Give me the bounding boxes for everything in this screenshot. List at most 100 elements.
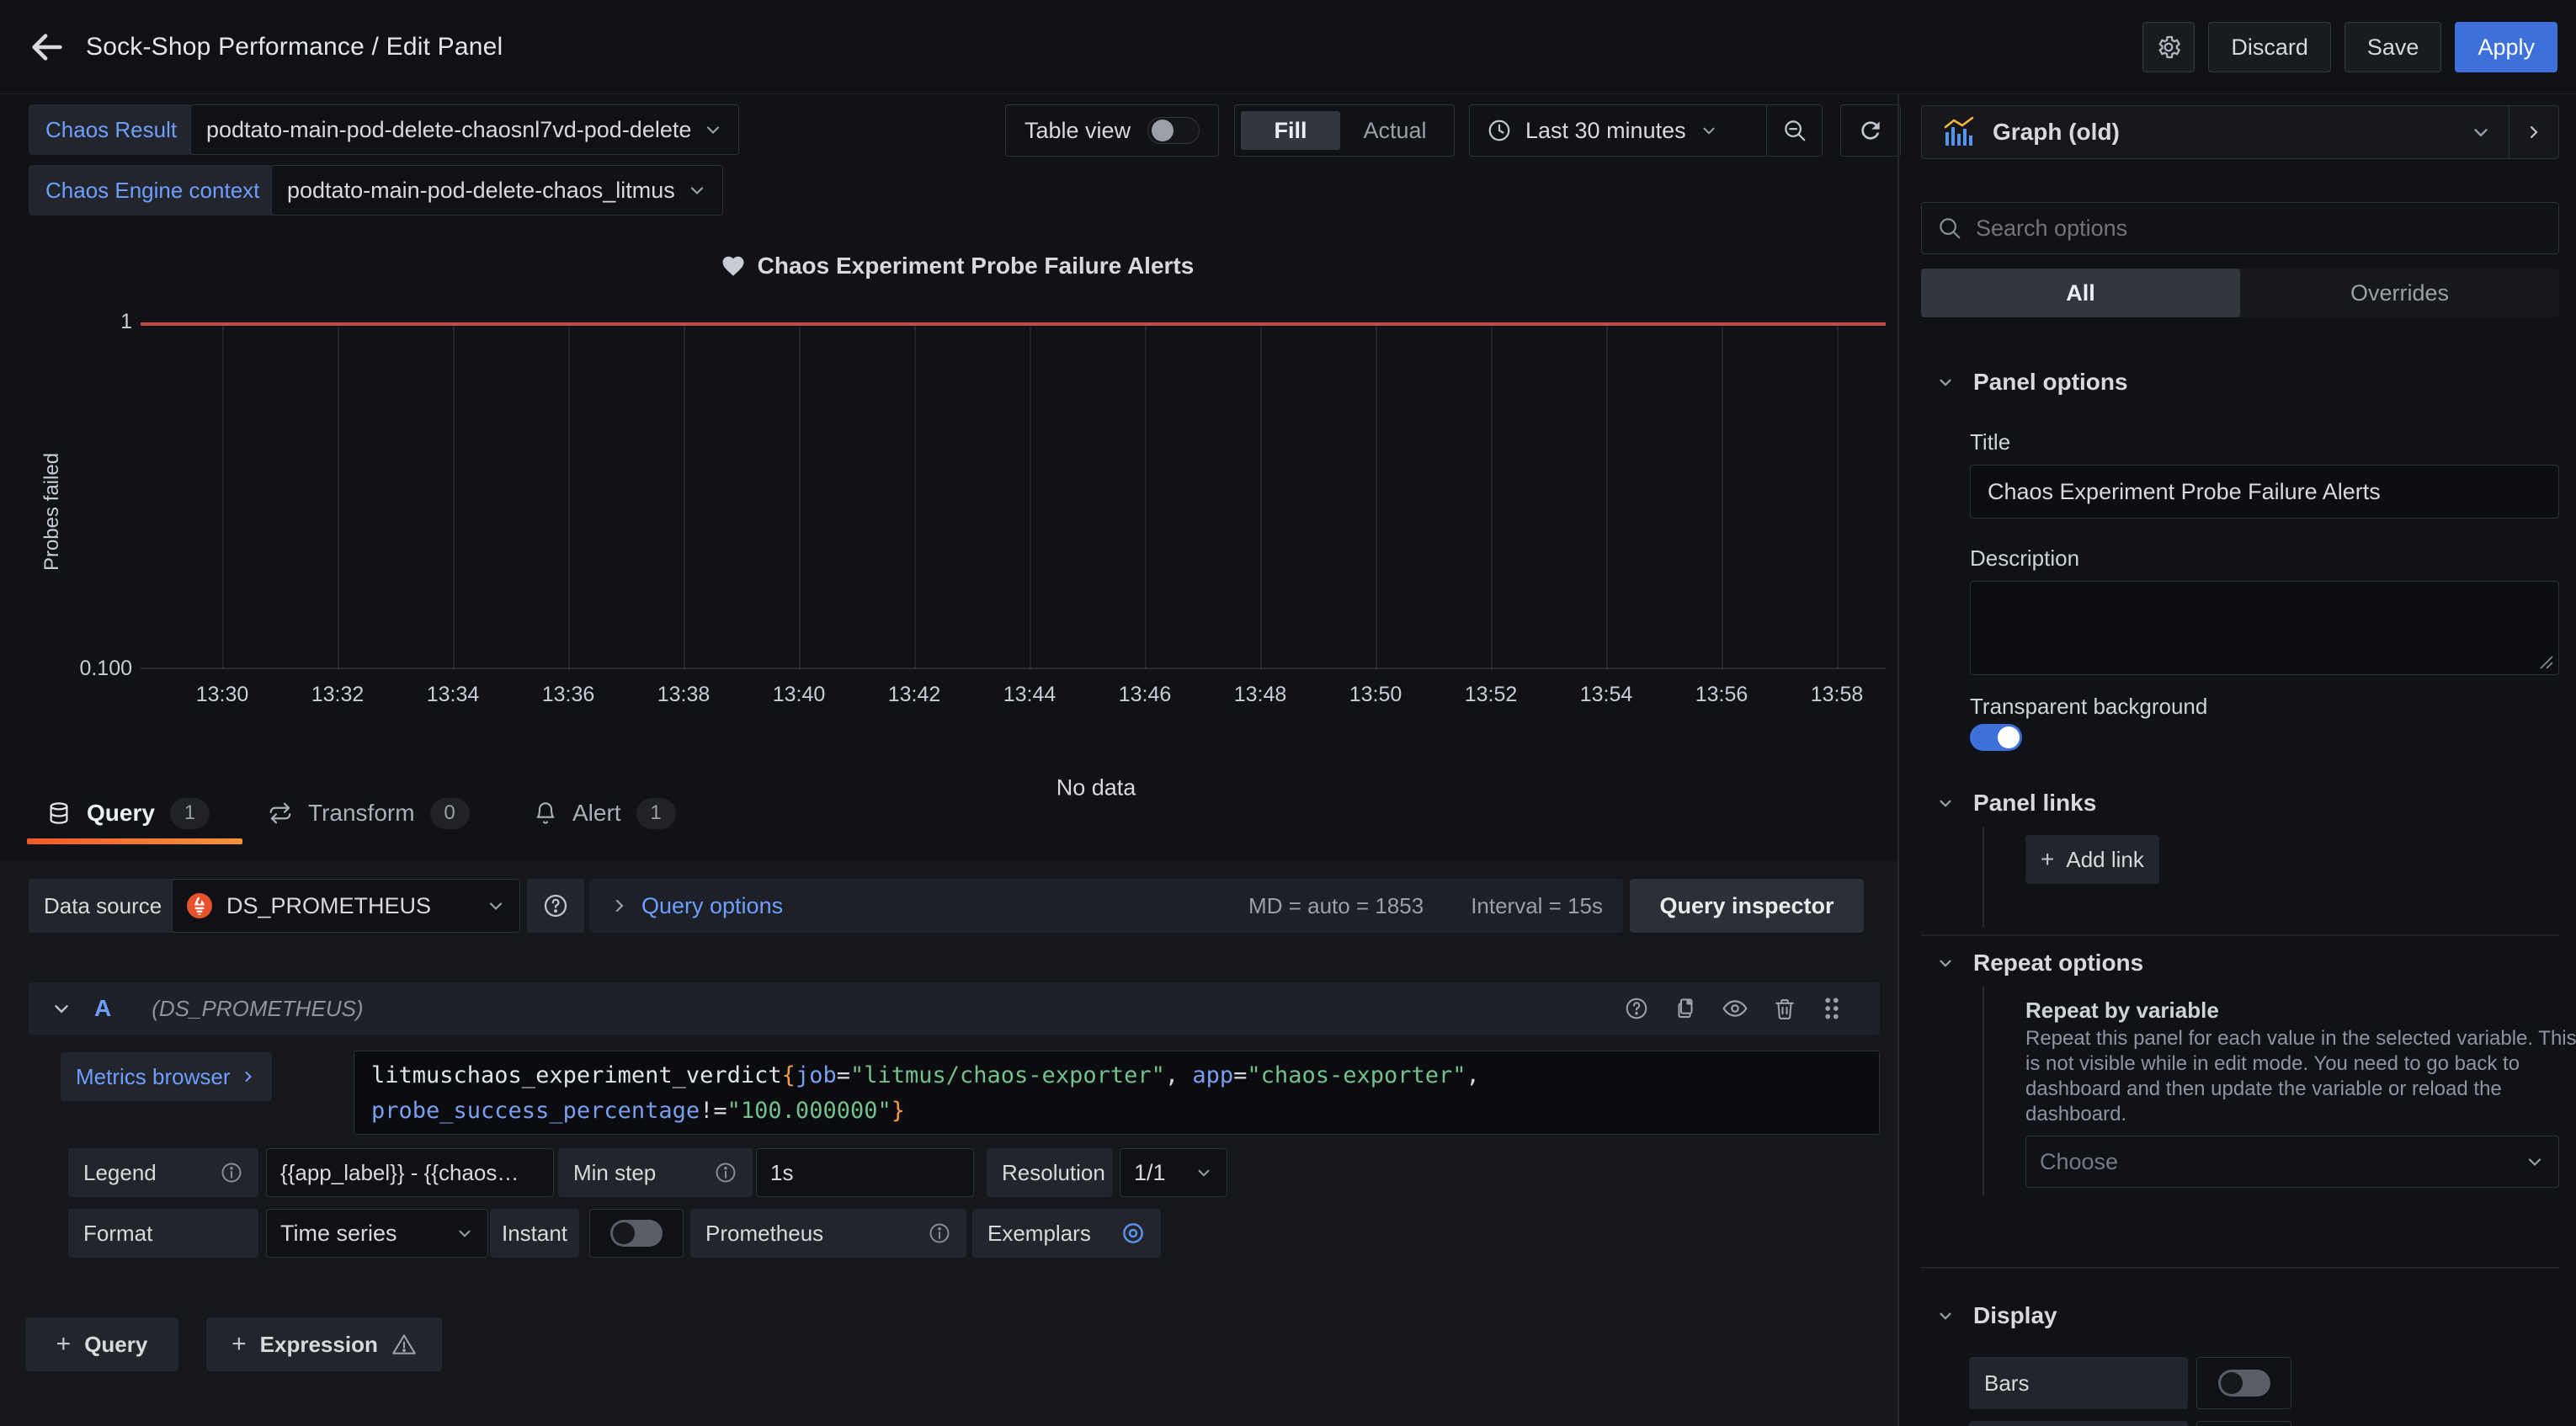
refresh-button[interactable]	[1840, 104, 1901, 157]
help-circle-icon[interactable]	[1624, 996, 1649, 1021]
query-options-toggle[interactable]: Query options	[609, 893, 783, 919]
bars-toggle[interactable]	[2218, 1370, 2270, 1397]
legend-input[interactable]	[280, 1160, 540, 1186]
duplicate-icon[interactable]	[1673, 996, 1698, 1021]
fill-actual-segmented: Fill Actual	[1234, 104, 1455, 157]
fill-option[interactable]: Fill	[1241, 111, 1340, 150]
topbar-actions: Discard Save Apply	[2142, 22, 2557, 72]
chevron-down-icon	[486, 896, 506, 916]
info-icon	[220, 1161, 243, 1184]
gridline	[684, 326, 685, 669]
warning-triangle-icon	[391, 1332, 417, 1357]
actual-option[interactable]: Actual	[1344, 111, 1446, 150]
trash-icon[interactable]	[1772, 996, 1797, 1021]
x-axis-line	[141, 668, 1886, 669]
add-query-button[interactable]: + Query	[25, 1317, 178, 1371]
query-row-header[interactable]: A (DS_PROMETHEUS)	[29, 982, 1880, 1035]
button-label: Add link	[2066, 847, 2144, 873]
chevron-down-icon	[703, 120, 723, 140]
instant-toggle[interactable]	[610, 1220, 663, 1247]
tab-transform[interactable]: Transform 0	[268, 788, 470, 838]
tab-label: Query	[87, 800, 155, 827]
plus-icon: +	[232, 1330, 247, 1359]
panel-settings-button[interactable]	[2142, 22, 2195, 72]
table-view-label: Table view	[1025, 118, 1131, 144]
back-button[interactable]	[25, 25, 69, 69]
x-tick-label: 13:36	[542, 683, 595, 707]
visualization-picker[interactable]: Graph (old)	[1921, 105, 2559, 159]
discard-button[interactable]: Discard	[2208, 22, 2331, 72]
x-tick-label: 13:38	[657, 683, 711, 707]
top-bar: Sock-Shop Performance / Edit Panel Disca…	[0, 0, 2576, 94]
save-button[interactable]: Save	[2344, 22, 2442, 72]
exemplars-eye-icon[interactable]	[1120, 1221, 1146, 1246]
query-inspector-button[interactable]: Query inspector	[1630, 879, 1864, 933]
plus-icon: +	[2041, 846, 2054, 873]
tab-count-badge: 0	[430, 798, 470, 829]
section-divider	[1921, 1267, 2559, 1269]
table-view-toggle[interactable]	[1147, 117, 1200, 144]
panel-header: Chaos Experiment Probe Failure Alerts	[29, 253, 1886, 279]
gridline	[1376, 326, 1377, 669]
metrics-browser-button[interactable]: Metrics browser	[61, 1052, 272, 1101]
zoom-out-icon	[1782, 118, 1807, 143]
promql-query-editor[interactable]: litmuschaos_experiment_verdict{job="litm…	[354, 1051, 1880, 1135]
variable-label-chaos-result: Chaos Result	[29, 104, 194, 155]
repeat-by-variable-label: Repeat by variable	[2025, 998, 2219, 1024]
gridline	[1837, 326, 1839, 669]
tab-query[interactable]: Query 1	[46, 788, 210, 838]
add-expression-button[interactable]: + Expression	[206, 1317, 442, 1371]
resize-handle-icon[interactable]	[2537, 653, 2554, 670]
apply-button[interactable]: Apply	[2455, 22, 2557, 72]
x-tick-label: 13:50	[1349, 683, 1402, 707]
code-line: probe_success_percentage!="100.000000"}	[371, 1093, 1862, 1129]
no-data-message: No data	[1056, 775, 1136, 801]
chevron-down-icon	[687, 180, 707, 200]
resolution-select[interactable]: 1/1	[1120, 1148, 1227, 1197]
chart-plot-area[interactable]: No data 13:3013:3213:3413:3613:3813:4013…	[141, 322, 1886, 669]
eye-icon[interactable]	[1722, 995, 1748, 1022]
tab-alert[interactable]: Alert 1	[534, 788, 676, 838]
bars-label: Bars	[1969, 1357, 2188, 1409]
variable-dropdown-chaos-result[interactable]: podtato-main-pod-delete-chaosnl7vd-pod-d…	[190, 104, 739, 155]
legend-input-wrap	[266, 1148, 554, 1197]
time-range-picker[interactable]: Last 30 minutes	[1470, 118, 1766, 144]
section-panel-links[interactable]: Panel links	[1936, 790, 2096, 817]
chevron-down-icon	[1936, 373, 1955, 391]
drag-handle-icon[interactable]	[1821, 995, 1843, 1022]
collapse-panel-button[interactable]	[2509, 122, 2558, 142]
variable-value: podtato-main-pod-delete-chaos_litmus	[287, 178, 675, 204]
datasource-picker[interactable]: DS_PROMETHEUS	[172, 879, 520, 933]
gridline	[799, 326, 801, 669]
button-label: Query	[84, 1332, 147, 1358]
tab-label: Transform	[308, 800, 415, 827]
section-indent-guide	[1983, 827, 1984, 928]
transparent-background-toggle[interactable]	[1970, 724, 2022, 751]
format-select[interactable]: Time series	[266, 1209, 488, 1258]
min-step-input[interactable]	[770, 1160, 960, 1186]
tab-overrides[interactable]: Overrides	[2240, 269, 2559, 317]
x-tick-label: 13:52	[1465, 683, 1518, 707]
info-icon	[714, 1161, 737, 1184]
repeat-variable-select[interactable]: Choose	[2025, 1136, 2559, 1188]
section-repeat-options[interactable]: Repeat options	[1936, 950, 2143, 976]
chart-series-line	[141, 322, 1886, 326]
min-step-label: Min step	[558, 1148, 753, 1197]
tab-all[interactable]: All	[1921, 269, 2240, 317]
viz-name: Graph (old)	[1993, 119, 2120, 146]
search-options-input[interactable]	[1976, 215, 2543, 242]
panel-title-input[interactable]	[1970, 465, 2559, 519]
variable-dropdown-chaos-engine-context[interactable]: podtato-main-pod-delete-chaos_litmus	[271, 165, 723, 215]
gridline	[1722, 326, 1723, 669]
datasource-help-button[interactable]	[527, 879, 584, 933]
x-tick-label: 13:48	[1234, 683, 1287, 707]
datasource-label: Data source	[29, 879, 177, 933]
add-link-button[interactable]: + Add link	[2025, 835, 2159, 884]
panel-description-textarea[interactable]	[1970, 581, 2559, 675]
section-display[interactable]: Display	[1936, 1302, 2057, 1329]
section-panel-options[interactable]: Panel options	[1936, 369, 2128, 396]
zoom-out-button[interactable]	[1767, 104, 1822, 157]
x-tick-label: 13:34	[427, 683, 480, 707]
description-field-label: Description	[1970, 545, 2079, 572]
x-tick-label: 13:46	[1119, 683, 1172, 707]
